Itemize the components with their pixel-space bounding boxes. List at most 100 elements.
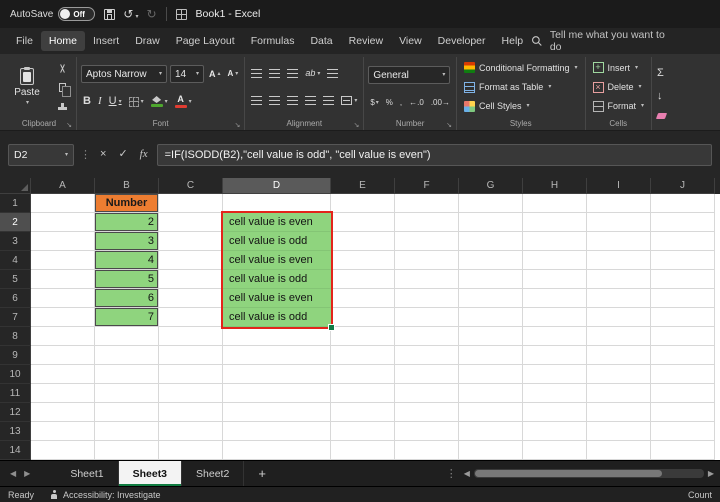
cell-E10[interactable] [331, 365, 395, 384]
cell-J13[interactable] [651, 422, 715, 441]
italic-button[interactable]: I [96, 95, 104, 108]
cell-A10[interactable] [31, 365, 95, 384]
cell-D3[interactable]: cell value is odd [223, 232, 331, 251]
format-as-table-button[interactable]: Format as Table ▾ [461, 79, 581, 96]
accessibility-status[interactable]: Accessibility: Investigate [50, 490, 161, 500]
cell-G5[interactable] [459, 270, 523, 289]
cell-A5[interactable] [31, 270, 95, 289]
cell-E2[interactable] [331, 213, 395, 232]
cell-H14[interactable] [523, 441, 587, 460]
cell-H9[interactable] [523, 346, 587, 365]
cell-C2[interactable] [159, 213, 223, 232]
fill-color-button[interactable]: ▾ [149, 95, 170, 108]
cell-D6[interactable]: cell value is even [223, 289, 331, 308]
cell-H10[interactable] [523, 365, 587, 384]
cell-G9[interactable] [459, 346, 523, 365]
wrap-text-button[interactable] [325, 68, 340, 79]
column-header-J[interactable]: J [651, 178, 715, 194]
cell-H13[interactable] [523, 422, 587, 441]
cell-G10[interactable] [459, 365, 523, 384]
cell-G2[interactable] [459, 213, 523, 232]
cell-B13[interactable] [95, 422, 159, 441]
cell-F9[interactable] [395, 346, 459, 365]
cell-H11[interactable] [523, 384, 587, 403]
cell-B9[interactable] [95, 346, 159, 365]
cell-D10[interactable] [223, 365, 331, 384]
autosum-button[interactable]: Σ [655, 67, 666, 80]
cell-A2[interactable] [31, 213, 95, 232]
paste-button[interactable]: Paste ▾ [6, 57, 48, 117]
scrollbar-thumb[interactable] [474, 470, 662, 477]
cell-J8[interactable] [651, 327, 715, 346]
cell-E6[interactable] [331, 289, 395, 308]
cell-C9[interactable] [159, 346, 223, 365]
scrollbar-track[interactable] [473, 469, 704, 478]
cell-D13[interactable] [223, 422, 331, 441]
cell-E12[interactable] [331, 403, 395, 422]
cell-G4[interactable] [459, 251, 523, 270]
cell-C10[interactable] [159, 365, 223, 384]
row-header-10[interactable]: 10 [0, 365, 31, 384]
orientation-button[interactable]: ab ▾ [303, 68, 322, 79]
cell-F4[interactable] [395, 251, 459, 270]
column-header-G[interactable]: G [459, 178, 523, 194]
font-color-button[interactable]: A ▾ [173, 94, 194, 109]
cell-J10[interactable] [651, 365, 715, 384]
column-header-D[interactable]: D [223, 178, 331, 194]
cell-C11[interactable] [159, 384, 223, 403]
cell-F14[interactable] [395, 441, 459, 460]
cell-F10[interactable] [395, 365, 459, 384]
cell-I13[interactable] [587, 422, 651, 441]
cell-I4[interactable] [587, 251, 651, 270]
cell-E4[interactable] [331, 251, 395, 270]
cell-E13[interactable] [331, 422, 395, 441]
cell-H4[interactable] [523, 251, 587, 270]
delete-cells-button[interactable]: Delete ▾ [590, 79, 648, 96]
cell-A7[interactable] [31, 308, 95, 327]
cell-H5[interactable] [523, 270, 587, 289]
cell-H12[interactable] [523, 403, 587, 422]
cell-F13[interactable] [395, 422, 459, 441]
row-header-1[interactable]: 1 [0, 194, 31, 213]
menu-tab-review[interactable]: Review [341, 31, 391, 51]
name-box[interactable]: D2 ▾ [8, 143, 74, 166]
cell-H1[interactable] [523, 194, 587, 213]
decrease-indent-button[interactable] [303, 95, 318, 106]
row-header-3[interactable]: 3 [0, 232, 31, 251]
cell-I1[interactable] [587, 194, 651, 213]
cell-B10[interactable] [95, 365, 159, 384]
cell-G1[interactable] [459, 194, 523, 213]
cell-D11[interactable] [223, 384, 331, 403]
conditional-formatting-button[interactable]: Conditional Formatting ▾ [461, 59, 581, 76]
row-header-11[interactable]: 11 [0, 384, 31, 403]
cell-B8[interactable] [95, 327, 159, 346]
cancel-button[interactable]: × [97, 149, 109, 160]
cell-H6[interactable] [523, 289, 587, 308]
column-header-C[interactable]: C [159, 178, 223, 194]
cell-D4[interactable]: cell value is even [223, 251, 331, 270]
cell-B12[interactable] [95, 403, 159, 422]
cell-J1[interactable] [651, 194, 715, 213]
cell-H3[interactable] [523, 232, 587, 251]
cell-E8[interactable] [331, 327, 395, 346]
cell-I11[interactable] [587, 384, 651, 403]
grow-font-button[interactable]: A ▴ [207, 69, 223, 80]
cell-D5[interactable]: cell value is odd [223, 270, 331, 289]
align-middle-button[interactable] [267, 68, 282, 79]
cell-A14[interactable] [31, 441, 95, 460]
comma-style-button[interactable]: , [398, 98, 404, 108]
cell-G12[interactable] [459, 403, 523, 422]
more-icon[interactable]: ⋮ [446, 467, 457, 480]
menu-tab-home[interactable]: Home [40, 31, 85, 51]
align-right-button[interactable] [285, 95, 300, 106]
dialog-launcher-icon[interactable]: ↘ [234, 122, 240, 129]
fill-button[interactable]: ↓ [655, 90, 665, 103]
menu-tab-view[interactable]: View [391, 31, 430, 51]
cell-E3[interactable] [331, 232, 395, 251]
menu-tab-developer[interactable]: Developer [430, 31, 494, 51]
tab-scroll-right-icon[interactable]: ▶ [20, 469, 34, 478]
cell-A12[interactable] [31, 403, 95, 422]
cell-C8[interactable] [159, 327, 223, 346]
cell-E9[interactable] [331, 346, 395, 365]
copy-button[interactable] [52, 79, 72, 97]
